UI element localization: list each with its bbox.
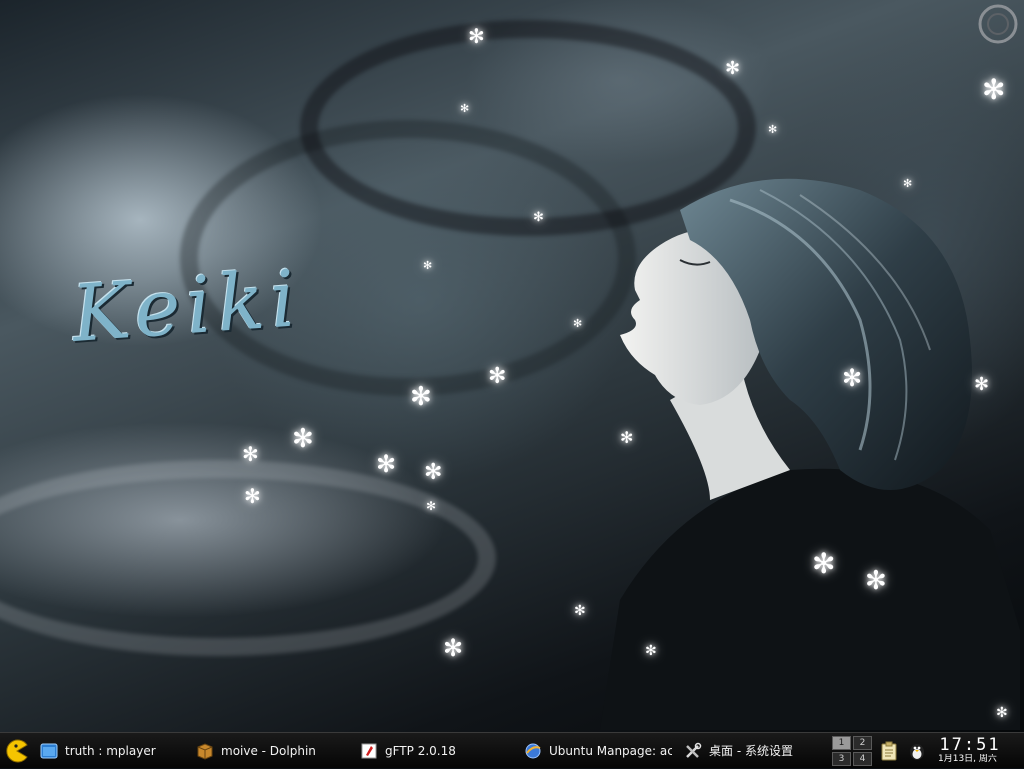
window-icon [40,743,58,758]
clock-date: 1月13日, 周六 [938,754,997,764]
snowflake-icon: ✻ [468,24,485,48]
snowflake-icon: ✻ [574,603,586,619]
task-browser[interactable]: Ubuntu Manpage: accept [518,736,678,766]
taskbar: truth : mplayer moive - Dolphin gFTP 2.0… [0,732,1024,768]
desktop-wallpaper: Keiki ✻ ✻ ✻ ✻ ✻ ✻ ✻ ✻ ✻ ✻ ✻ ✻ ✻ ✻ ✻ ✻ ✻ … [0,0,1024,732]
snowflake-icon: ✻ [533,210,544,225]
folder-box-icon [197,742,213,760]
snowflake-icon: ✻ [725,58,741,79]
tux-icon [910,743,924,760]
snowflake-icon: ✻ [903,177,913,190]
snowflake-icon: ✻ [573,317,583,330]
snowflake-icon: ✻ [244,484,261,508]
pager-desktop-4[interactable]: 4 [853,751,872,766]
snowflake-icon: ✻ [376,450,397,478]
snowflake-icon: ✻ [812,547,836,580]
desktop-pager: 1 2 3 4 [832,735,872,766]
kmenu-button[interactable] [0,733,34,769]
task-gftp[interactable]: gFTP 2.0.18 [354,736,518,766]
snowflake-icon: ✻ [443,634,464,662]
task-label: 桌面 - 系统设置 [709,744,793,758]
task-label: moive - Dolphin [221,743,316,758]
snowflake-icon: ✻ [488,364,507,389]
task-label: Ubuntu Manpage: accept [549,743,672,758]
snowflake-icon: ✻ [768,123,778,136]
tux-tray-button[interactable] [906,740,928,762]
clipboard-icon [881,741,897,760]
snowflake-icon: ✻ [242,442,259,466]
snowflake-icon: ✻ [842,364,863,392]
snowflake-icon: ✻ [292,424,314,454]
snowflake-icon: ✻ [982,73,1006,106]
task-mplayer[interactable]: truth : mplayer [34,736,190,766]
snowflake-icon: ✻ [620,428,634,447]
wallpaper-signature: Keiki [69,254,305,360]
pager-desktop-1[interactable]: 1 [832,735,851,750]
task-dolphin[interactable]: moive - Dolphin [190,736,354,766]
task-system-settings[interactable]: 桌面 - 系统设置 [678,736,828,766]
tools-icon [686,742,702,758]
snowflake-icon: ✻ [645,643,657,659]
snowflake-icon: ✻ [424,460,443,485]
pager-desktop-3[interactable]: 3 [832,751,851,766]
snowflake-icon: ✻ [460,102,470,115]
clock[interactable]: 17:51 1月13日, 周六 [936,733,1004,769]
clock-time: 17:51 [939,735,1001,755]
snowflake-icon: ✻ [426,499,437,513]
snowflake-icon: ✻ [974,374,990,395]
snowflake-icon: ✻ [423,259,433,272]
wallpaper-figure [600,178,1020,730]
browser-icon [525,743,541,758]
kmenu-pacman-icon [6,739,28,762]
task-label: gFTP 2.0.18 [385,743,456,758]
snowflake-icon: ✻ [410,382,432,412]
snowflake-icon: ✻ [996,705,1008,721]
clipboard-tray-button[interactable] [878,740,900,762]
corner-ornament-icon [978,4,1018,44]
task-label: truth : mplayer [65,743,156,758]
snowflake-icon: ✻ [865,566,887,596]
gftp-icon [361,743,377,758]
pager-desktop-2[interactable]: 2 [853,735,872,750]
